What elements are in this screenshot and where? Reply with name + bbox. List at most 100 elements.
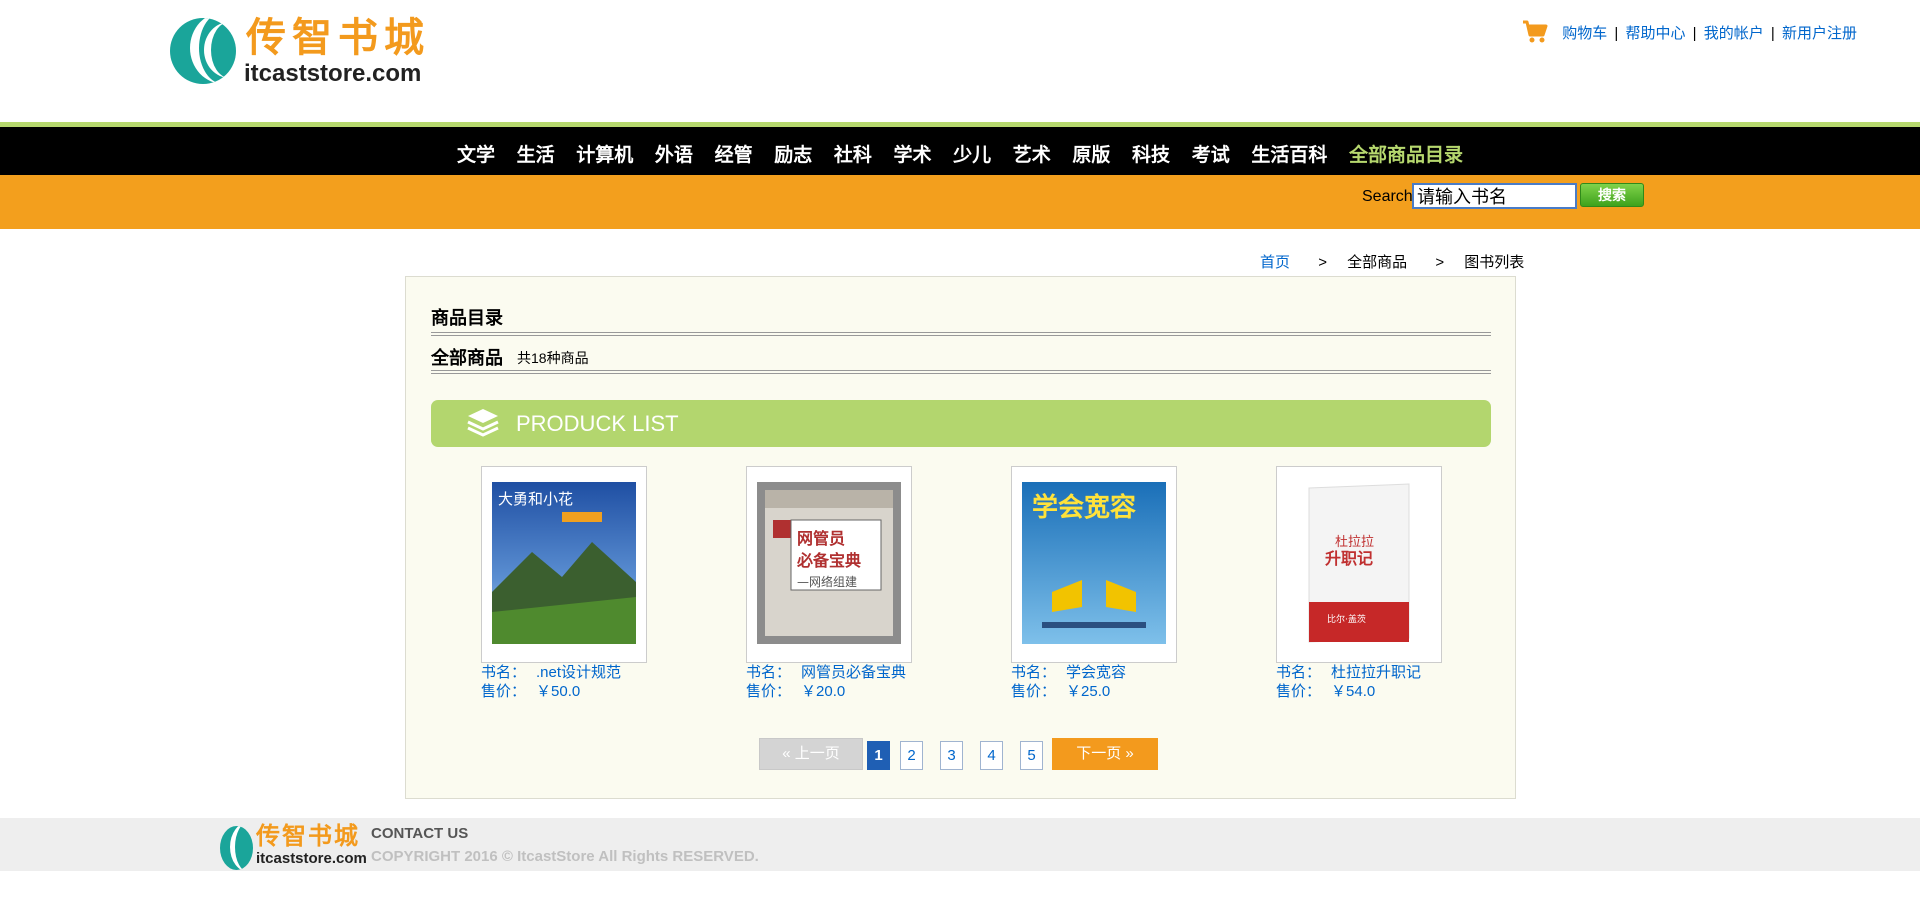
product-card: 大勇和小花 书名： .net设计规范 售价： ￥50.0 [481,466,701,701]
copyright-text: COPYRIGHT 2016 © ItcastStore All Rights … [371,848,759,865]
nav-item-literature[interactable]: 文学 [457,145,495,166]
svg-text:升职记: 升职记 [1325,549,1373,568]
footer-logo-text-cn: 传智书城 [256,821,360,850]
product-list-title: PRODUCK LIST [516,411,679,436]
prev-page-button[interactable]: « 上一页 [759,738,863,770]
product-card: 学会宽容 书名： 学会宽容 售价： ￥25.0 [1011,466,1231,701]
breadcrumb-separator: > [1318,254,1327,271]
logo-text-en: itcaststore.com [244,60,422,87]
product-price: ￥20.0 [801,683,846,700]
layers-icon [467,409,499,437]
catalog-title: 商品目录 [431,308,503,328]
product-name-link[interactable]: .net设计规范 [536,664,621,681]
product-thumbnail[interactable]: 杜拉拉 升职记 比尔·盖茨 [1276,466,1442,663]
register-link[interactable]: 新用户注册 [1782,25,1857,42]
site-logo[interactable]: 传智书城 itcaststore.com [168,16,424,87]
all-goods-heading: 全部商品 [431,348,503,368]
product-price-row: 售价： ￥50.0 [481,683,701,701]
svg-text:大勇和小花: 大勇和小花 [498,490,573,508]
search-input[interactable] [1412,183,1577,209]
divider [431,370,1491,374]
product-price: ￥50.0 [536,683,581,700]
breadcrumb: 首页 > 全部商品 > 图书列表 [1260,251,1524,272]
price-label: 售价： [1276,683,1322,700]
page-4-button[interactable]: 4 [980,741,1003,770]
double-chevron-right-icon: » [1125,745,1134,762]
breadcrumb-separator: > [1435,254,1445,271]
footer-logo: 传智书城 itcaststore.com [220,822,367,870]
nav-item-art[interactable]: 艺术 [1013,145,1051,166]
nav-item-academic[interactable]: 学术 [893,145,931,166]
my-account-link[interactable]: 我的帐户 [1704,25,1764,42]
product-name-link[interactable]: 杜拉拉升职记 [1331,664,1421,681]
search-label: Search [1362,188,1413,205]
top-links: 购物车 | 帮助中心 | 我的帐户 | 新用户注册 [1522,20,1857,48]
nav-item-technology[interactable]: 科技 [1132,145,1170,166]
separator: | [1692,24,1697,42]
category-nav: 文学 生活 计算机 外语 经管 励志 社科 学术 少儿 艺术 原版 科技 考试 … [0,127,1920,175]
help-center-link[interactable]: 帮助中心 [1625,25,1685,42]
product-name-link[interactable]: 网管员必备宝典 [801,664,906,681]
nav-item-life-encyclopedia[interactable]: 生活百科 [1251,145,1327,166]
product-card: 网管员 必备宝典 —网络组建 书名： 网管员必备宝典 售价： ￥20.0 [746,466,966,701]
prev-page-label: 上一页 [794,745,840,762]
svg-text:网管员: 网管员 [797,529,845,548]
nav-item-exam[interactable]: 考试 [1192,145,1230,166]
product-price: ￥54.0 [1331,683,1376,700]
pagination: « 上一页 1 2 3 4 5 下一页 » [406,738,1517,770]
page-5-button[interactable]: 5 [1020,741,1043,770]
nav-item-inspiration[interactable]: 励志 [774,145,812,166]
page-1-button[interactable]: 1 [867,741,890,770]
nav-item-original[interactable]: 原版 [1072,145,1110,166]
cart-link[interactable]: 购物车 [1562,25,1607,42]
product-price: ￥25.0 [1066,683,1111,700]
contact-us-link[interactable]: CONTACT US [371,825,468,842]
book-cover-image: 杜拉拉 升职记 比尔·盖茨 [1287,482,1431,644]
search-bar: Search 搜索 [0,175,1920,229]
product-name-row: 书名： 杜拉拉升职记 [1276,664,1496,682]
product-name-row: 书名： 网管员必备宝典 [746,664,966,682]
product-card: 杜拉拉 升职记 比尔·盖茨 书名： 杜拉拉升职记 售价： ￥54.0 [1276,466,1496,701]
separator: | [1614,24,1619,42]
svg-text:必备宝典: 必备宝典 [796,551,861,570]
book-cover-image: 学会宽容 [1022,482,1166,644]
shopping-cart-icon[interactable] [1522,20,1548,48]
page-2-button[interactable]: 2 [900,741,923,770]
nav-item-children[interactable]: 少儿 [953,145,991,166]
next-page-button[interactable]: 下一页 » [1052,738,1158,770]
page-3-button[interactable]: 3 [940,741,963,770]
nav-item-computer[interactable]: 计算机 [576,145,633,166]
nav-item-life[interactable]: 生活 [517,145,555,166]
separator: | [1770,24,1775,42]
product-price-row: 售价： ￥20.0 [746,683,966,701]
price-label: 售价： [746,683,792,700]
product-thumbnail[interactable]: 网管员 必备宝典 —网络组建 [746,466,912,663]
nav-item-foreign-language[interactable]: 外语 [655,145,693,166]
divider [431,332,1491,336]
nav-item-social-science[interactable]: 社科 [834,145,872,166]
search-button[interactable]: 搜索 [1580,183,1644,207]
product-thumbnail[interactable]: 大勇和小花 [481,466,647,663]
svg-text:比尔·盖茨: 比尔·盖茨 [1327,613,1366,625]
product-thumbnail[interactable]: 学会宽容 [1011,466,1177,663]
header: 传智书城 itcaststore.com 购物车 | 帮助中心 | 我的帐户 |… [0,0,1920,123]
breadcrumb-home[interactable]: 首页 [1260,254,1290,271]
product-name-link[interactable]: 学会宽容 [1066,664,1126,681]
price-label: 售价： [481,683,527,700]
name-label: 书名： [746,664,792,681]
breadcrumb-all-goods: 全部商品 [1347,254,1408,271]
product-price-row: 售价： ￥25.0 [1011,683,1231,701]
breadcrumb-book-list: 图书列表 [1464,254,1525,271]
svg-text:学会宽容: 学会宽容 [1032,492,1136,523]
product-name-row: 书名： 学会宽容 [1011,664,1231,682]
product-list-banner: PRODUCK LIST [431,400,1491,447]
footer: 传智书城 itcaststore.com CONTACT US COPYRIGH… [0,818,1920,871]
nav-item-all-goods[interactable]: 全部商品目录 [1349,145,1463,166]
product-catalog-panel: 商品目录 全部商品 共18种商品 PRODUCK LIST 大勇和小花 书名： … [405,276,1516,799]
nav-item-management[interactable]: 经管 [715,145,753,166]
double-chevron-left-icon: « [782,745,791,762]
name-label: 书名： [1276,664,1322,681]
footer-logo-text-en: itcaststore.com [256,850,367,867]
product-price-row: 售价： ￥54.0 [1276,683,1496,701]
name-label: 书名： [481,664,527,681]
